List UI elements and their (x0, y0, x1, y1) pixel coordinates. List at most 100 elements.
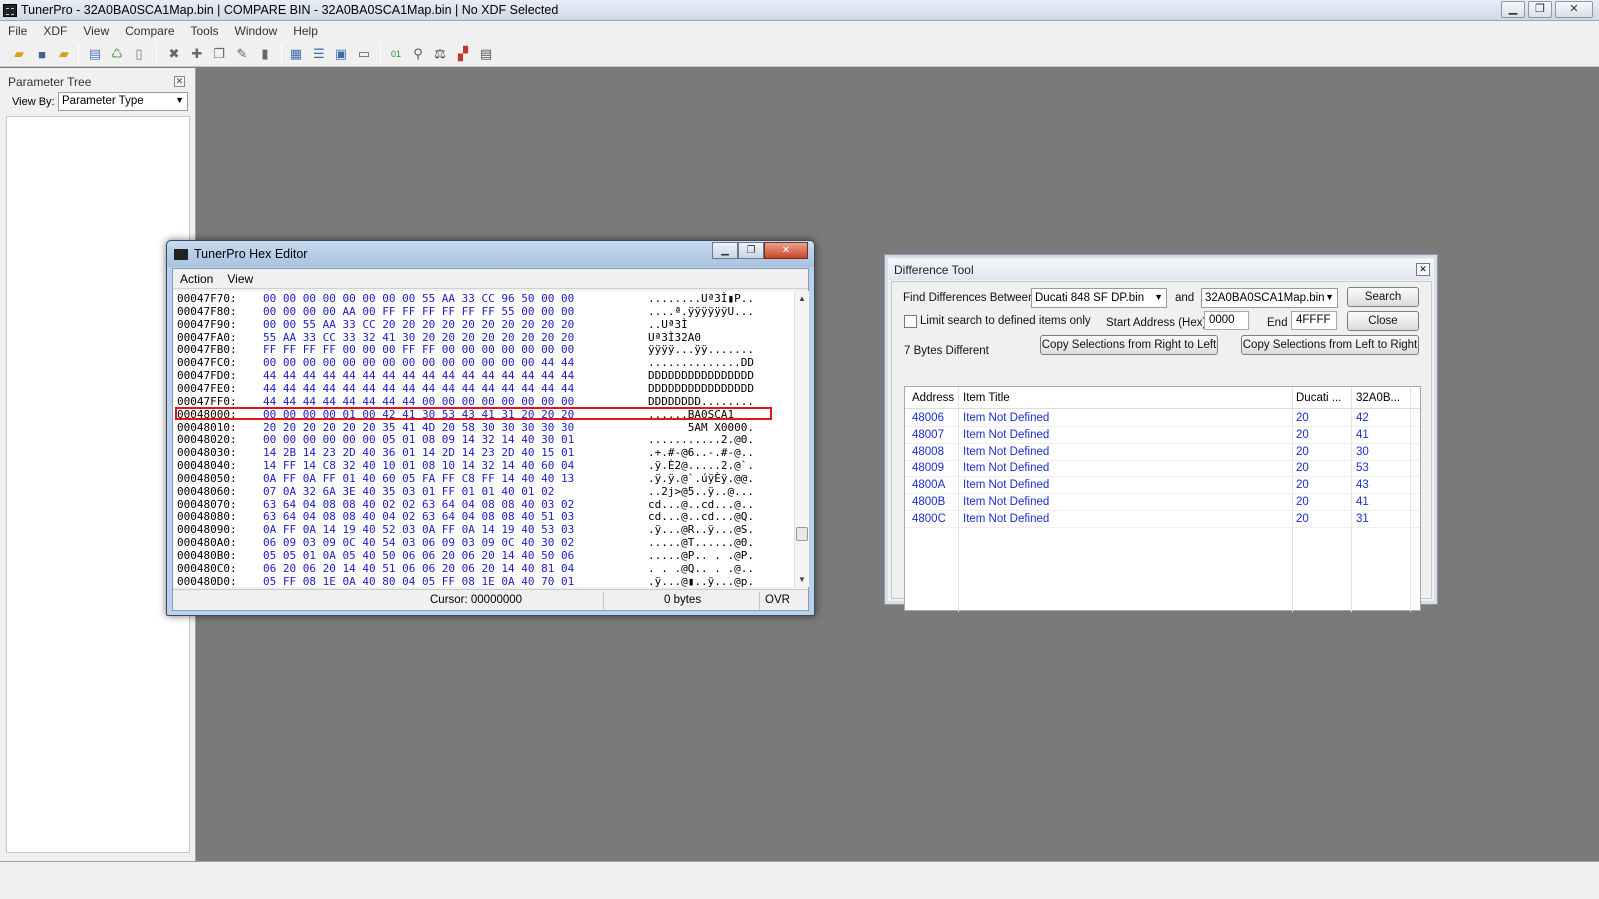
hex-ascii[interactable]: .ÿ.ÿ.@`.úÿÈÿ.@@. (648, 472, 754, 485)
hex-bytes[interactable]: 00 00 00 00 00 00 05 01 08 09 14 32 14 4… (263, 433, 574, 446)
differences-list[interactable]: Address Item Title Ducati ... 32A0B... 4… (904, 386, 1421, 612)
hex-bytes[interactable]: 05 05 01 0A 05 40 50 06 06 20 06 20 14 4… (263, 549, 574, 562)
difference-tool-title-bar[interactable]: Difference Tool ✕ (889, 259, 1433, 280)
hex-ascii[interactable]: ..2j>@5..ÿ..@... (648, 485, 754, 498)
hex-ascii[interactable]: .....@T......@0. (648, 536, 754, 549)
column-address[interactable]: Address (912, 392, 954, 404)
table-view-icon[interactable]: ▦ (287, 45, 305, 63)
balance-icon[interactable]: ⚖ (431, 45, 449, 63)
calendar-icon[interactable]: ▣ (332, 45, 350, 63)
hex-dump-area[interactable]: 00047F70: 00 00 00 00 00 00 00 00 55 AA 3… (174, 291, 794, 587)
hex-bytes[interactable]: 00 00 55 AA 33 CC 20 20 20 20 20 20 20 2… (263, 318, 574, 331)
column-file-b[interactable]: 32A0B... (1356, 392, 1400, 404)
list-item[interactable]: 48009 Item Not Defined 20 53 (905, 460, 1420, 478)
hex-bytes[interactable]: 14 2B 14 23 2D 40 36 01 14 2D 14 23 2D 4… (263, 446, 574, 459)
hex-bytes[interactable]: 55 AA 33 CC 33 32 41 30 20 20 20 20 20 2… (263, 331, 574, 344)
hex-ascii[interactable]: . . .@Q.. . .@.. (648, 562, 754, 575)
hex-ascii[interactable]: DDDDDDDDDDDDDDDD (648, 382, 754, 395)
add-icon[interactable]: ✚ (188, 45, 206, 63)
menu-xdf[interactable]: XDF (35, 21, 75, 41)
hex-bytes[interactable]: 07 0A 32 6A 3E 40 35 03 01 FF 01 01 40 0… (263, 485, 554, 498)
diff-close-icon[interactable]: ✕ (1416, 263, 1430, 276)
end-address-input[interactable]: 4FFFF (1291, 311, 1337, 330)
list-item[interactable]: 48007 Item Not Defined 20 41 (905, 427, 1420, 444)
hex-ascii[interactable]: cd...@..cd...@Q. (648, 510, 754, 523)
hex-ascii[interactable]: ....ª.ÿÿÿÿÿÿU... (648, 305, 754, 318)
close-button[interactable]: Close (1347, 311, 1419, 331)
hex-bytes[interactable]: 44 44 44 44 44 44 44 44 44 44 44 44 44 4… (263, 369, 574, 382)
view-by-select[interactable]: Parameter Type ▼ (58, 92, 188, 111)
hex-ascii[interactable]: .ÿ...@R..ÿ...@S. (648, 523, 754, 536)
scroll-down-icon[interactable]: ▼ (798, 575, 806, 584)
hex-bytes[interactable]: 44 44 44 44 44 44 44 44 44 44 44 44 44 4… (263, 382, 574, 395)
hex-bytes[interactable]: 05 FF 08 1E 0A 40 80 04 05 FF 08 1E 0A 4… (263, 575, 574, 587)
limit-search-checkbox[interactable] (904, 315, 917, 328)
scroll-thumb[interactable] (796, 527, 808, 541)
hex-ascii[interactable]: .ÿ.È2@.....2.@`. (648, 459, 754, 472)
hex-ascii[interactable]: ........Uª3Ì▮P.. (648, 292, 754, 305)
list-item[interactable]: 48006 Item Not Defined 20 42 (905, 410, 1420, 427)
hex-bytes[interactable]: 0A FF 0A 14 19 40 52 03 0A FF 0A 14 19 4… (263, 523, 574, 536)
scroll-up-icon[interactable]: ▲ (798, 294, 806, 303)
hex-ascii[interactable]: .....@P.. . .@P. (648, 549, 754, 562)
copy-left-to-right-button[interactable]: Copy Selections from Left to Right (1241, 335, 1419, 355)
doc-icon[interactable]: ▮ (256, 45, 274, 63)
hex-ascii[interactable]: ÿÿÿÿ...ÿÿ....... (648, 343, 754, 356)
hex-editor-title-bar[interactable]: TunerPro Hex Editor ▁ ❐ ✕ (167, 241, 814, 267)
export-icon[interactable]: ♺ (108, 45, 126, 63)
hex-bytes[interactable]: 0A FF 0A FF 01 40 60 05 FA FF C8 FF 14 4… (263, 472, 574, 485)
new-doc-icon[interactable]: ▯ (130, 45, 148, 63)
menu-tools[interactable]: Tools (183, 21, 227, 41)
binary-icon[interactable]: 01 (387, 45, 405, 63)
minimize-button[interactable]: ▁ (1501, 1, 1525, 18)
hex-close-button[interactable]: ✕ (764, 242, 808, 259)
search-button[interactable]: Search (1347, 287, 1419, 307)
hex-ascii[interactable]: 5AM X0000. (648, 421, 754, 434)
hex-menu-action[interactable]: Action (173, 269, 220, 288)
file-a-select[interactable]: Ducati 848 SF DP.bin ▼ (1031, 288, 1167, 308)
hex-bytes[interactable]: 63 64 04 08 08 40 02 02 63 64 04 08 08 4… (263, 498, 574, 511)
copy-right-to-left-button[interactable]: Copy Selections from Right to Left (1040, 335, 1218, 355)
parameter-tree-list[interactable] (6, 116, 190, 853)
hex-bytes[interactable]: FF FF FF FF 00 00 00 FF FF 00 00 00 00 0… (263, 343, 574, 356)
hex-ascii[interactable]: ...........2.@0. (648, 433, 754, 446)
column-file-a[interactable]: Ducati ... (1296, 392, 1341, 404)
list-view-icon[interactable]: ☰ (310, 45, 328, 63)
wrench-icon[interactable]: ✎ (233, 45, 251, 63)
menu-view[interactable]: View (75, 21, 117, 41)
hex-bytes[interactable]: 06 09 03 09 0C 40 54 03 06 09 03 09 0C 4… (263, 536, 574, 549)
import-icon[interactable]: ▤ (86, 45, 104, 63)
hex-ascii[interactable]: DDDDDDDDDDDDDDDD (648, 369, 754, 382)
menu-help[interactable]: Help (285, 21, 326, 41)
list-item[interactable]: 4800A Item Not Defined 20 43 (905, 477, 1420, 494)
close-button[interactable]: ✕ (1555, 1, 1593, 18)
list-item[interactable]: 4800C Item Not Defined 20 31 (905, 511, 1420, 528)
hex-ascii[interactable]: .ÿ...@▮..ÿ...@p. (648, 575, 754, 587)
copy-icon[interactable]: ❐ (210, 45, 228, 63)
calculator-icon[interactable]: ▤ (477, 45, 495, 63)
hex-bytes[interactable]: 00 00 00 00 00 00 00 00 55 AA 33 CC 96 5… (263, 292, 574, 305)
hex-bytes[interactable]: 14 FF 14 C8 32 40 10 01 08 10 14 32 14 4… (263, 459, 574, 472)
hex-ascii[interactable]: ..............DD (648, 356, 754, 369)
hex-menu-view[interactable]: View (220, 269, 260, 288)
hex-bytes[interactable]: 00 00 00 00 00 00 00 00 00 00 00 00 00 0… (263, 356, 574, 369)
panel-close-icon[interactable]: ✕ (174, 76, 185, 87)
hex-minimize-button[interactable]: ▁ (712, 242, 738, 259)
hex-scrollbar[interactable]: ▲ ▼ (794, 291, 809, 587)
search-icon[interactable]: ⚲ (409, 45, 427, 63)
column-item-title[interactable]: Item Title (963, 392, 1010, 404)
monitor-icon[interactable]: ▭ (355, 45, 373, 63)
hex-ascii[interactable]: .+.#-@6..-.#-@.. (648, 446, 754, 459)
close-x-icon[interactable]: ✖ (165, 45, 183, 63)
menu-file[interactable]: File (0, 21, 35, 41)
hex-ascii[interactable]: Uª3Ì32A0 (648, 331, 701, 344)
menu-compare[interactable]: Compare (117, 21, 182, 41)
hex-bytes[interactable]: 00 00 00 00 AA 00 FF FF FF FF FF FF 55 0… (263, 305, 574, 318)
compare-icon[interactable]: ▞ (454, 45, 472, 63)
hex-bytes[interactable]: 63 64 04 08 08 40 04 02 63 64 04 08 08 4… (263, 510, 574, 523)
hex-maximize-button[interactable]: ❐ (738, 242, 764, 259)
list-item[interactable]: 4800B Item Not Defined 20 41 (905, 494, 1420, 511)
hex-bytes[interactable]: 20 20 20 20 20 20 35 41 4D 20 58 30 30 3… (263, 421, 574, 434)
open-bin-icon[interactable]: ▰ (55, 45, 73, 63)
hex-bytes[interactable]: 06 20 06 20 14 40 51 06 06 20 06 20 14 4… (263, 562, 574, 575)
